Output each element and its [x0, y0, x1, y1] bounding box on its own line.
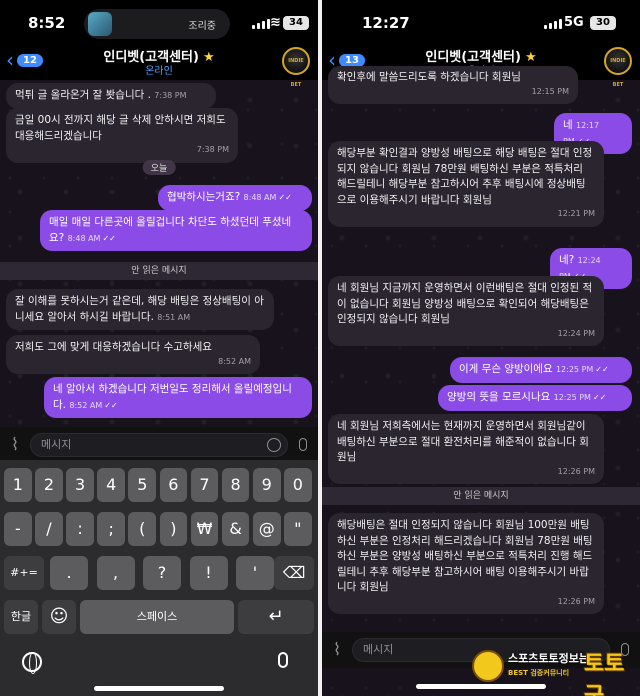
double-check-icon: ✓✓ — [278, 193, 292, 202]
double-check-icon: ✓✓ — [592, 393, 607, 402]
space-key[interactable]: 스페이스 — [80, 600, 234, 634]
avatar[interactable]: INDIE BET — [604, 47, 632, 88]
key[interactable]: . — [50, 556, 88, 590]
signal-icon — [252, 19, 270, 29]
dictation-icon[interactable] — [278, 652, 288, 668]
watermark-logo: 스포츠토토정보는 BEST 검증커뮤니티 토토군 — [472, 646, 636, 696]
mascot-icon — [472, 650, 504, 682]
unread-divider: 안 읽은 메시지 — [0, 262, 318, 280]
message-bubble[interactable]: 네 알아서 하겠습니다 저번일도 정리해서 올릴예정입니다. 8:52 AM ✓✓ — [44, 377, 312, 418]
message-bubble[interactable]: 네 회원님 지금까지 운영하면서 이런배팅은 절대 인정된 적이 없습니다 회원… — [328, 276, 604, 346]
island-label: 조리중 — [188, 21, 216, 32]
message-bubble[interactable]: 이게 무슨 양방이에요 12:25 PM ✓✓ — [450, 357, 632, 383]
double-check-icon: ✓✓ — [104, 400, 118, 410]
message-bubble[interactable]: 잘 이해를 못하시는거 같은데, 해당 배팅은 정상배팅이 아니세요 알아서 하… — [6, 289, 274, 330]
unread-divider: 안 읽은 메시지 — [322, 487, 640, 505]
chat-status: 온라인 — [145, 66, 173, 77]
key[interactable]: ? — [143, 556, 181, 590]
symbol-mode-key[interactable]: #+= — [4, 556, 44, 590]
double-check-icon: ✓✓ — [102, 233, 116, 243]
message-bubble[interactable]: 해당배팅은 절대 인정되지 않습니다 회원님 100만원 배팅하신 부분은 인정… — [328, 513, 604, 614]
key[interactable]: 3 — [66, 468, 94, 502]
signal-icon — [544, 19, 562, 29]
key[interactable]: 9 — [252, 468, 281, 502]
battery-badge: 30 — [590, 16, 616, 30]
paperclip-icon[interactable]: ⌇ — [0, 435, 30, 455]
message-bubble[interactable]: 해당부분 확인결과 양방성 배팅으로 해당 배팅은 절대 인정되지 않습니다 회… — [328, 141, 604, 227]
message-bubble[interactable]: 협박하시는거죠? 8:48 AM ✓✓ — [158, 185, 312, 211]
status-time: 8:52 — [28, 14, 66, 32]
message-bubble[interactable]: 매일 매일 다른곳에 올릴겁니다 차단도 하셨던데 푸셨네요? 8:48 AM ✓… — [40, 210, 312, 251]
dynamic-island: 조리중 — [84, 9, 230, 39]
key[interactable]: & — [221, 512, 250, 546]
key[interactable]: 8 — [221, 468, 250, 502]
key[interactable]: - — [4, 512, 32, 546]
key[interactable]: 4 — [97, 468, 126, 502]
date-pill: 오늘 — [142, 160, 176, 175]
double-check-icon: ✓✓ — [595, 365, 609, 374]
emoji-key[interactable]: ☺ — [42, 600, 76, 634]
key[interactable]: 5 — [128, 468, 157, 502]
key[interactable]: ; — [97, 512, 126, 546]
message-bubble[interactable]: 네 회원님 저희측에서는 현재까지 운영하면서 회원님같이 배팅하신 부분으로 … — [328, 414, 604, 484]
delete-key[interactable]: ⌫ — [274, 556, 314, 590]
language-key[interactable]: 한글 — [4, 600, 38, 634]
key[interactable]: : — [66, 512, 94, 546]
message-input[interactable]: 메시지 — [30, 433, 288, 457]
message-input-bar: ⌇ 메시지 — [0, 427, 318, 463]
key[interactable]: ! — [189, 556, 228, 590]
message-bubble[interactable]: 확인후에 말씀드리도록 하겠습니다 회원님 12:15 PM — [328, 66, 578, 104]
network-label: 5G — [564, 15, 584, 30]
message-bubble[interactable]: 양방의 뜻을 모르시나요 12:25 PM ✓✓ — [438, 385, 632, 411]
home-indicator — [94, 686, 224, 691]
key[interactable]: 2 — [35, 468, 63, 502]
key[interactable]: @ — [252, 512, 281, 546]
sticker-icon[interactable] — [267, 438, 281, 452]
globe-icon[interactable] — [22, 652, 42, 674]
key[interactable]: 0 — [283, 468, 312, 502]
keyboard: 1234567890 - /:;() ₩ & @ " #+= .,?! ' ⌫ 한글 ☺ 스… — [0, 460, 318, 696]
wifi-icon: ≋ — [270, 15, 281, 30]
message-bubble[interactable]: 금일 00시 전까지 해당 글 삭제 안하시면 저희도 대응해드리겠습니다 7:… — [6, 108, 238, 163]
left-screenshot: 8:52 조리중 ≋ 34 ‹ 12 인디벳(고객센터) ★ 온라인 INDIE … — [0, 0, 318, 696]
battery-badge: 34 — [283, 16, 309, 30]
key[interactable]: , — [96, 556, 135, 590]
key[interactable]: 6 — [159, 468, 188, 502]
key[interactable]: / — [35, 512, 63, 546]
chat-header: ‹ 12 인디벳(고객센터) ★ 온라인 INDIE BET — [0, 44, 318, 88]
key[interactable]: ( — [128, 512, 157, 546]
key[interactable]: " — [283, 512, 312, 546]
paperclip-icon[interactable]: ⌇ — [322, 640, 352, 660]
key[interactable]: ) — [159, 512, 188, 546]
app-icon — [88, 12, 112, 36]
key[interactable]: 1 — [4, 468, 32, 502]
key[interactable]: 7 — [190, 468, 219, 502]
status-bar: 12:27 5G 30 — [322, 0, 640, 44]
mic-icon[interactable] — [288, 436, 318, 455]
key[interactable]: ' — [236, 556, 274, 590]
message-bubble[interactable]: 저희도 그에 맞게 대응하겠습니다 수고하세요 8:52 AM — [6, 335, 260, 374]
avatar[interactable]: INDIE BET — [282, 47, 310, 88]
return-key[interactable]: ↵ — [238, 600, 314, 634]
message-bubble[interactable]: 먹튀 글 올라온거 잘 봣습니다 . 7:38 PM — [6, 83, 216, 109]
right-screenshot: 12:27 5G 30 ‹ 13 인디벳(고객센터)★ 온라인 INDIE BE… — [322, 0, 640, 696]
status-time: 12:27 — [362, 14, 410, 32]
status-bar: 8:52 조리중 ≋ 34 — [0, 0, 318, 44]
key[interactable]: ₩ — [190, 512, 219, 546]
